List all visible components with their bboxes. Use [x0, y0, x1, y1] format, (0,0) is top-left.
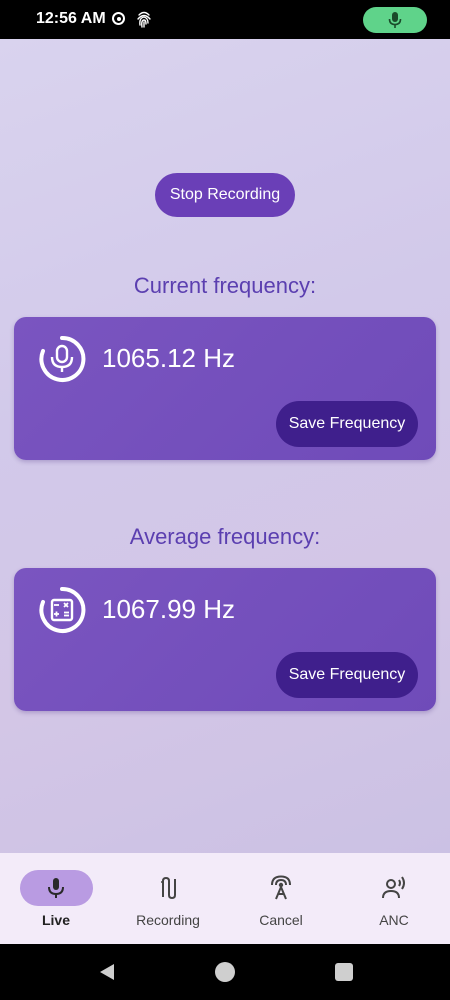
voice-icon	[382, 876, 405, 899]
nav-label-live: Live	[41, 912, 70, 928]
mic-in-use-indicator[interactable]	[363, 7, 427, 33]
save-average-frequency-button[interactable]: Save Frequency	[276, 652, 418, 698]
nav-label-anc: ANC	[379, 912, 409, 928]
current-frequency-value: 1065.12 Hz	[102, 343, 235, 373]
recents-icon[interactable]	[335, 963, 353, 981]
mic-icon	[48, 878, 64, 898]
main-content: Stop Recording Current frequency: 1065.1…	[0, 39, 450, 853]
bottom-navigation: Live Recording Cancel ANC	[0, 853, 450, 944]
save-current-frequency-button[interactable]: Save Frequency	[276, 401, 418, 447]
average-frequency-card: 1067.99 Hz Save Frequency	[14, 568, 436, 711]
average-frequency-value: 1067.99 Hz	[102, 594, 235, 624]
mic-icon	[388, 12, 402, 28]
nav-label-cancel: Cancel	[259, 912, 303, 928]
antenna-icon	[271, 875, 291, 900]
fingerprint-icon	[137, 11, 151, 28]
status-bar: 12:56 AM	[0, 0, 450, 39]
average-frequency-title: Average frequency:	[129, 524, 321, 549]
nav-item-recording[interactable]: Recording	[112, 853, 224, 944]
mic-progress-icon	[39, 335, 86, 382]
recording-icon	[161, 876, 176, 900]
screen-record-icon	[112, 12, 125, 25]
nav-item-anc[interactable]: ANC	[338, 853, 450, 944]
stop-recording-button[interactable]: Stop Recording	[155, 173, 295, 217]
nav-item-live[interactable]: Live	[0, 853, 112, 944]
nav-item-cancel[interactable]: Cancel	[225, 853, 337, 944]
home-icon[interactable]	[215, 962, 235, 982]
nav-label-recording: Recording	[136, 912, 200, 928]
back-icon[interactable]	[98, 963, 116, 981]
status-time: 12:56 AM	[36, 10, 106, 27]
current-frequency-card: 1065.12 Hz Save Frequency	[14, 317, 436, 460]
current-frequency-title: Current frequency:	[133, 273, 317, 298]
system-navigation-bar	[0, 944, 450, 1000]
calculator-progress-icon	[39, 586, 86, 633]
